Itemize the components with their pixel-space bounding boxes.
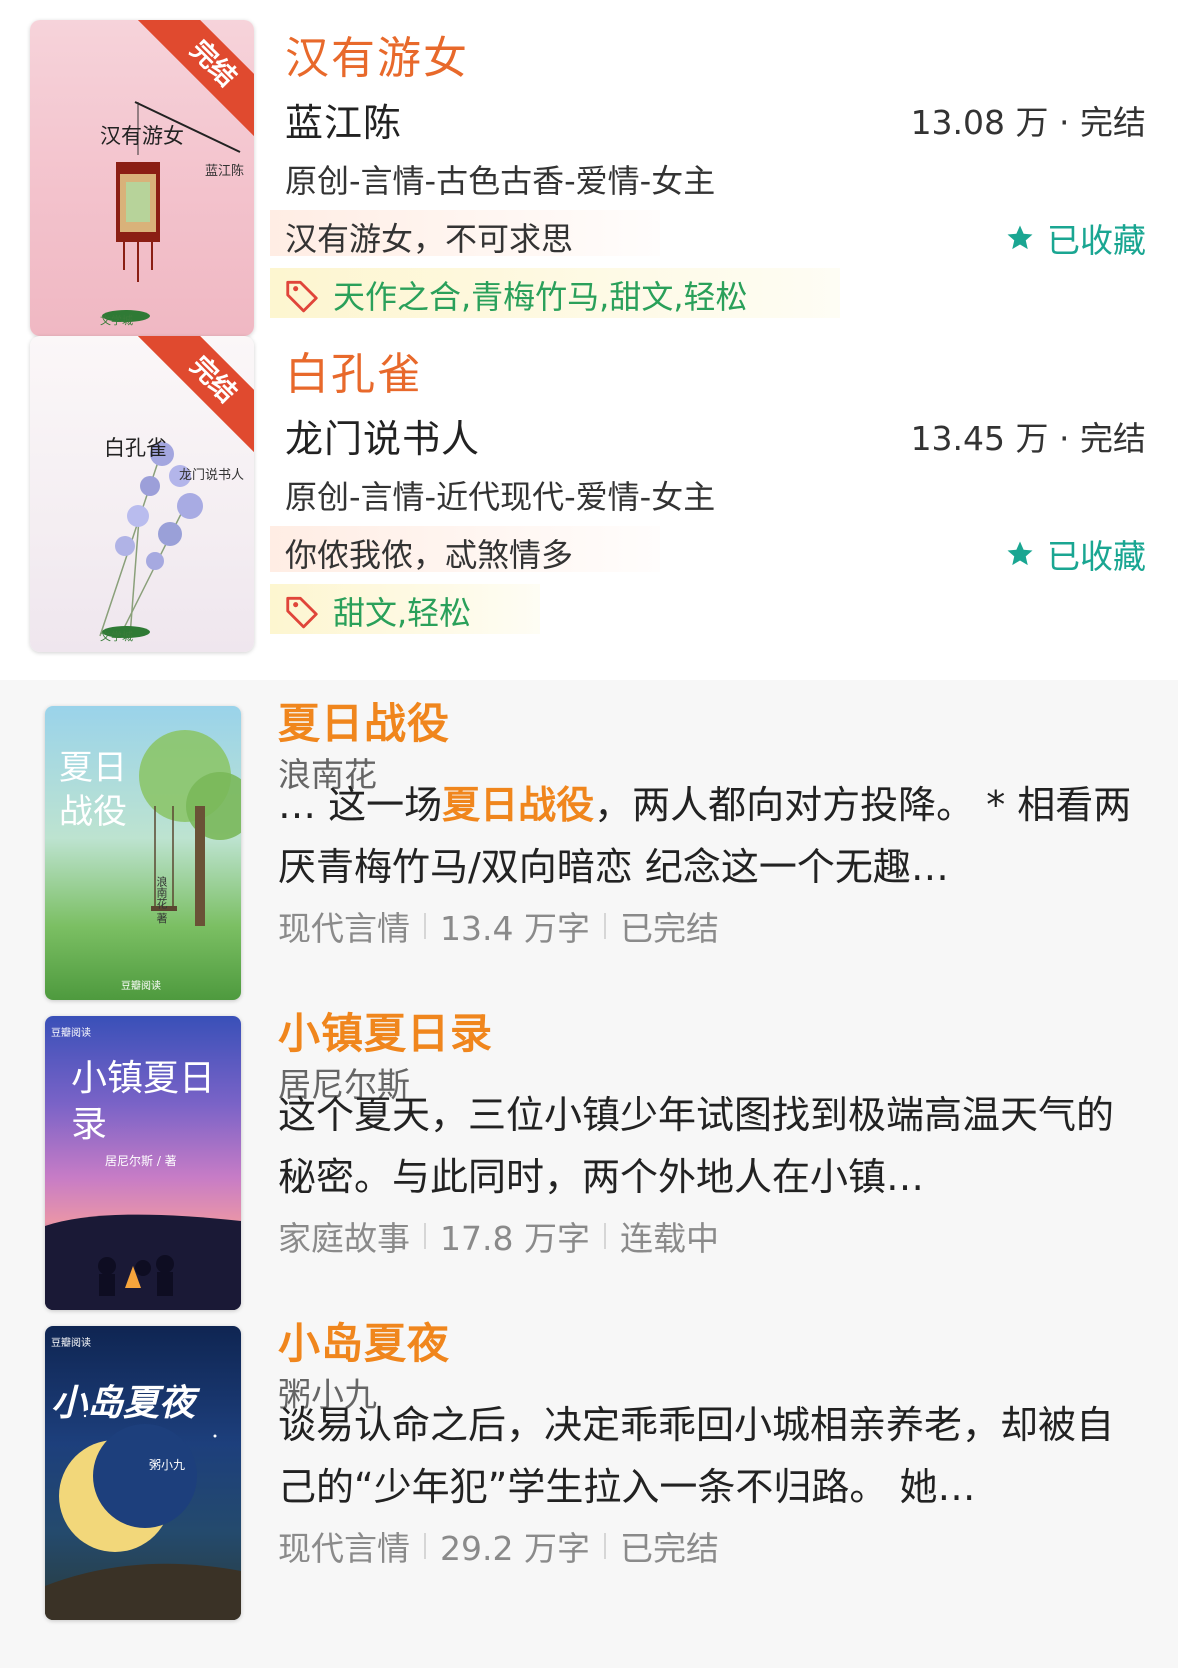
cover-title: 小岛夏夜 — [51, 1383, 196, 1424]
book-intro: 汉有游女，不可求思 — [285, 220, 574, 258]
book-category: 现代言情 — [278, 1529, 410, 1568]
book-cover[interactable]: 夏日战役 浪南花 著 豆瓣阅读 — [45, 706, 241, 1000]
book-genre: 原创-言情-近代现代-爱情-女主 — [285, 478, 716, 516]
favorited-label: 已收藏 — [1047, 221, 1146, 260]
tag-icon — [286, 280, 318, 313]
cover-title: 小镇夏日录 — [71, 1058, 216, 1145]
cover-title: 夏日战役 — [59, 748, 127, 832]
book-card[interactable]: 完结 汉有游女 蓝江陈 文学城 汉有游女 蓝江陈 13.08 万 · 完结 原创… — [0, 0, 1178, 336]
book-meta: 13.08 万 · 完结 — [910, 103, 1146, 142]
tags-text: 甜文,轻松 — [333, 594, 472, 632]
book-cover[interactable]: 豆瓣阅读 小镇夏日录 居尼尔斯 / 著 — [45, 1016, 241, 1310]
book-word-count: 13.4 万字 — [440, 909, 590, 948]
book-title[interactable]: 夏日战役 — [278, 690, 450, 751]
divider — [424, 1223, 426, 1249]
jjwxc-favorites-list: 完结 汉有游女 蓝江陈 文学城 汉有游女 蓝江陈 13.08 万 · 完结 原创… — [0, 0, 1178, 680]
book-meta: 现代言情 29.2 万字 已完结 — [278, 1522, 719, 1570]
book-title[interactable]: 小镇夏日录 — [278, 1000, 493, 1061]
cover-logo: 文学城 — [100, 630, 133, 643]
tag-icon — [286, 596, 318, 629]
book-tags: 天作之合,青梅竹马,甜文,轻松 — [283, 272, 748, 318]
book-description: … 这一场夏日战役，两人都向对方投降。 * 相看两厌青梅竹马/双向暗恋 纪念这一… — [278, 774, 1138, 898]
cover-author: 蓝江陈 — [204, 164, 244, 179]
book-status: 已完结 — [619, 1529, 719, 1568]
book-status: 已完结 — [619, 909, 719, 948]
desc-text: … 这一场 — [278, 783, 443, 827]
divider — [603, 1533, 606, 1559]
result-card[interactable]: 豆瓣阅读 小岛夏夜 粥小九 小岛夏夜 粥小九 谈易认命之后，决定乖乖回小城相亲养… — [0, 1300, 1178, 1630]
cover-author: 龙门说书人 — [178, 468, 244, 483]
book-tags: 甜文,轻松 — [283, 588, 471, 634]
desc-text: 谈易认命之后，决定乖乖回小城相亲养老，却被自己的“少年犯”学生拉入一条不归路。 … — [278, 1403, 1115, 1509]
book-category: 家庭故事 — [278, 1219, 410, 1258]
book-category: 现代言情 — [278, 909, 410, 948]
cover-author: 粥小九 — [149, 1458, 186, 1472]
book-cover[interactable]: 完结 汉有游女 蓝江陈 文学城 — [30, 20, 254, 336]
moon-illustration-icon — [45, 1384, 241, 1620]
favorited-label: 已收藏 — [1047, 537, 1146, 576]
divider — [424, 913, 426, 939]
divider — [603, 913, 606, 939]
douban-search-results: 夏日战役 浪南花 著 豆瓣阅读 夏日战役 浪南花 … 这一场夏日战役，两人都向对… — [0, 680, 1178, 1668]
divider — [424, 1533, 426, 1559]
result-card[interactable]: 夏日战役 浪南花 著 豆瓣阅读 夏日战役 浪南花 … 这一场夏日战役，两人都向对… — [0, 680, 1178, 1010]
book-description: 谈易认命之后，决定乖乖回小城相亲养老，却被自己的“少年犯”学生拉入一条不归路。 … — [278, 1394, 1138, 1518]
star-icon — [1007, 225, 1033, 250]
book-author[interactable]: 龙门说书人 — [285, 408, 480, 463]
book-word-count: 17.8 万字 — [440, 1219, 590, 1258]
cover-title: 白孔雀 — [104, 436, 167, 460]
desc-highlight: 夏日战役 — [442, 783, 595, 827]
cover-logo: 豆瓣阅读 — [51, 1338, 91, 1349]
book-cover[interactable]: 豆瓣阅读 小岛夏夜 粥小九 — [45, 1326, 241, 1620]
desc-text: 这个夏天，三位小镇少年试图找到极端高温天气的秘密。与此同时，两个外地人在小镇… — [278, 1093, 1115, 1199]
result-card[interactable]: 豆瓣阅读 小镇夏日录 居尼尔斯 / 著 小镇夏日录 居尼尔斯 这个夏天，三位小镇… — [0, 990, 1178, 1320]
tags-text: 天作之合,青梅竹马,甜文,轻松 — [333, 278, 748, 316]
cover-logo: 豆瓣阅读 — [51, 1028, 91, 1039]
book-description: 这个夏天，三位小镇少年试图找到极端高温天气的秘密。与此同时，两个外地人在小镇… — [278, 1084, 1138, 1208]
book-card[interactable]: 完结 白孔雀 龙门说书人 文学城 白孔雀 龙门说书人 13.45 万 · 完结 … — [0, 316, 1178, 652]
cover-title: 汉有游女 — [100, 124, 184, 148]
cover-author: 居尼尔斯 / 著 — [105, 1154, 177, 1168]
star-icon — [1007, 541, 1033, 566]
cover-author: 浪南花 著 — [155, 876, 168, 924]
book-word-count: 29.2 万字 — [440, 1529, 590, 1568]
book-cover[interactable]: 完结 白孔雀 龙门说书人 文学城 — [30, 336, 254, 652]
book-title[interactable]: 小岛夏夜 — [278, 1310, 450, 1371]
book-intro: 你侬我侬，忒煞情多 — [285, 536, 574, 574]
book-title[interactable]: 白孔雀 — [285, 338, 423, 402]
book-meta: 家庭故事 17.8 万字 连载中 — [278, 1212, 719, 1260]
book-author[interactable]: 蓝江陈 — [285, 92, 402, 147]
book-genre: 原创-言情-古色古香-爱情-女主 — [285, 162, 716, 200]
favorited-button[interactable]: 已收藏 — [1005, 214, 1146, 262]
favorited-button[interactable]: 已收藏 — [1005, 530, 1146, 578]
book-title[interactable]: 汉有游女 — [285, 22, 469, 86]
book-meta: 13.45 万 · 完结 — [910, 419, 1146, 458]
book-meta: 现代言情 13.4 万字 已完结 — [278, 902, 719, 950]
book-status: 连载中 — [619, 1219, 719, 1258]
divider — [603, 1223, 606, 1249]
